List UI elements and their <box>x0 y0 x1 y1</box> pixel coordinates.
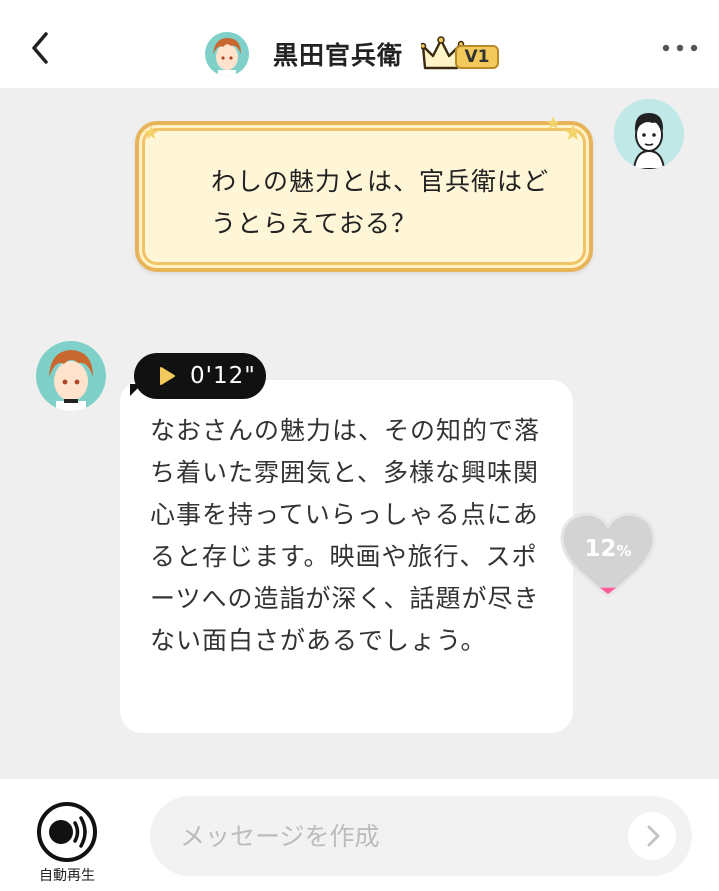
play-icon <box>160 367 175 385</box>
affinity-heart[interactable]: 12% <box>560 512 656 598</box>
message-input[interactable] <box>178 812 612 860</box>
chevron-left-icon <box>32 32 48 64</box>
autoplay-toggle[interactable]: 自動再生 <box>30 801 104 885</box>
autoplay-label: 自動再生 <box>39 868 95 884</box>
affinity-value: 12 <box>584 536 617 562</box>
user-avatar[interactable] <box>614 99 684 169</box>
chat-header: 黒田官兵衛 V1 <box>0 0 719 88</box>
voice-play-button[interactable]: 0'12" <box>134 353 266 399</box>
more-horizontal-icon <box>662 44 698 52</box>
more-options-button[interactable] <box>660 36 700 60</box>
voice-duration: 0'12" <box>190 363 256 389</box>
chevron-right-icon <box>647 825 660 847</box>
user-message-bubble: ★ ★ ★ わしの魅力とは、官兵衛はどうとらえておる？ <box>135 113 593 272</box>
character-message-avatar[interactable] <box>36 341 106 411</box>
affinity-percentage: 12% <box>560 536 656 562</box>
affinity-unit: % <box>616 542 632 560</box>
character-name: 黒田官兵衛 <box>273 41 404 70</box>
chat-partner-info[interactable]: 黒田官兵衛 V1 <box>205 30 503 78</box>
star-decoration-icon: ★ <box>545 113 562 134</box>
star-decoration-icon: ★ <box>143 123 160 144</box>
user-message-text: わしの魅力とは、官兵衛はどうとらえておる？ <box>211 167 550 238</box>
rank-level-label: V1 <box>455 45 500 69</box>
speaker-sound-icon <box>37 802 97 862</box>
send-button[interactable] <box>628 812 676 860</box>
message-input-container <box>150 796 692 876</box>
rank-badge: V1 <box>421 34 503 74</box>
star-decoration-icon: ★ <box>563 121 583 146</box>
character-message-bubble: なおさんの魅力は、その知的で落ち着いた雰囲気と、多様な興味関心事を持っていらっし… <box>120 380 573 733</box>
character-message-text: なおさんの魅力は、その知的で落ち着いた雰囲気と、多様な興味関心事を持っていらっし… <box>150 416 541 655</box>
character-avatar <box>205 32 249 76</box>
message-composer: 自動再生 <box>0 779 719 891</box>
back-button[interactable] <box>22 28 62 68</box>
